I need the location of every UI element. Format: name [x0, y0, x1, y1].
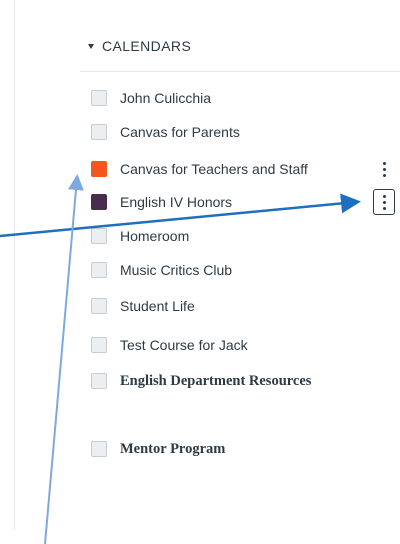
calendar-item-mentor-program[interactable]: Mentor Program	[80, 432, 400, 466]
calendar-label: English Department Resources	[120, 372, 312, 389]
kebab-dot	[382, 200, 386, 204]
calendar-sidebar: CALENDARS John Culicchia Canvas for Pare…	[0, 0, 400, 544]
calendar-label: English IV Honors	[120, 194, 233, 210]
divider	[14, 0, 15, 530]
calendar-label: Test Course for Jack	[120, 337, 248, 353]
calendar-item-test-course-for-jack[interactable]: Test Course for Jack	[80, 328, 400, 362]
calendar-checkbox[interactable]	[91, 373, 107, 389]
kebab-dot	[382, 206, 386, 210]
calendar-label: Mentor Program	[120, 440, 226, 457]
calendar-item-student-life[interactable]: Student Life	[80, 289, 400, 323]
kebab-dot	[382, 194, 386, 198]
calendar-label: Music Critics Club	[120, 262, 233, 278]
calendar-label: Student Life	[120, 298, 195, 314]
calendar-item-homeroom[interactable]: Homeroom	[80, 219, 400, 253]
calendar-item-john-culicchia[interactable]: John Culicchia	[80, 81, 400, 115]
kebab-dot	[382, 161, 386, 165]
calendar-item-canvas-for-parents[interactable]: Canvas for Parents	[80, 115, 400, 149]
kebab-dot	[382, 173, 386, 177]
kebab-menu-icon[interactable]	[373, 189, 395, 215]
calendar-item-music-critics-club[interactable]: Music Critics Club	[80, 253, 400, 287]
section-title: CALENDARS	[102, 38, 192, 54]
calendar-label: John Culicchia	[120, 90, 212, 106]
calendar-checkbox[interactable]	[91, 228, 107, 244]
calendar-item-english-iv-honors[interactable]: English IV Honors	[80, 185, 400, 219]
caret-down-icon	[88, 43, 94, 49]
calendar-label: Canvas for Parents	[120, 124, 240, 140]
kebab-dot	[382, 167, 386, 171]
calendar-checkbox[interactable]	[91, 161, 107, 177]
calendar-label: Homeroom	[120, 228, 190, 244]
calendar-checkbox[interactable]	[91, 441, 107, 457]
calendar-label: Canvas for Teachers and Staff	[120, 161, 308, 177]
calendar-checkbox[interactable]	[91, 298, 107, 314]
calendar-checkbox[interactable]	[91, 124, 107, 140]
divider	[80, 71, 400, 72]
calendars-section-toggle[interactable]: CALENDARS	[88, 36, 191, 56]
calendar-item-canvas-for-teachers-and-staff[interactable]: Canvas for Teachers and Staff	[80, 152, 400, 186]
calendar-checkbox[interactable]	[91, 194, 107, 210]
calendar-item-english-department-resources[interactable]: English Department Resources	[80, 364, 400, 398]
kebab-menu-icon[interactable]	[373, 156, 395, 182]
calendar-checkbox[interactable]	[91, 337, 107, 353]
calendar-checkbox[interactable]	[91, 90, 107, 106]
annotation-arrow-swatch	[44, 174, 84, 544]
calendar-checkbox[interactable]	[91, 262, 107, 278]
